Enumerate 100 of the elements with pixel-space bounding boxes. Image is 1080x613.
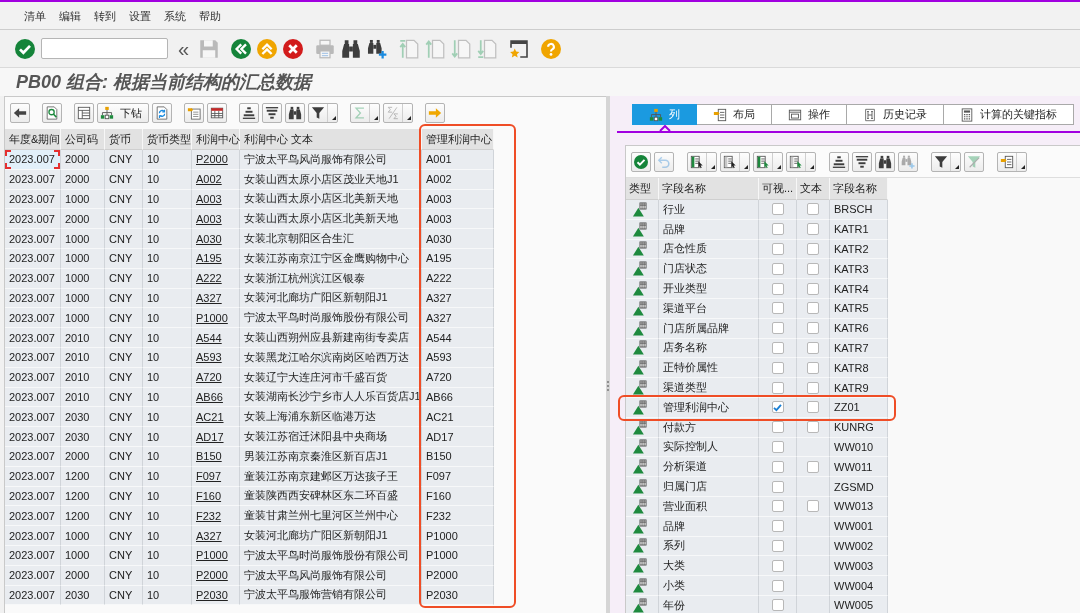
profit-center-link[interactable]: P2000 bbox=[196, 153, 228, 166]
checkbox[interactable] bbox=[771, 302, 784, 315]
binoculars-icon[interactable] bbox=[341, 38, 362, 59]
checkbox[interactable] bbox=[771, 401, 784, 414]
profit-center-link[interactable]: A720 bbox=[196, 371, 222, 384]
sort-descending-button[interactable] bbox=[852, 152, 872, 172]
cancel-icon[interactable] bbox=[283, 38, 304, 59]
checkbox[interactable] bbox=[771, 500, 784, 513]
sort-descending-button[interactable] bbox=[262, 103, 282, 123]
column-header[interactable]: 字段名称 bbox=[830, 178, 888, 200]
double-chevron-up-icon[interactable] bbox=[257, 38, 278, 59]
column-header[interactable]: 公司码 bbox=[61, 129, 105, 150]
binoculars-button[interactable] bbox=[875, 152, 895, 172]
profit-center-link[interactable]: B150 bbox=[196, 450, 222, 463]
profit-center-link[interactable]: F097 bbox=[196, 470, 222, 483]
checkbox[interactable] bbox=[771, 480, 784, 493]
checkbox[interactable] bbox=[771, 559, 784, 572]
help-icon[interactable] bbox=[541, 38, 562, 59]
profit-center-link[interactable]: A544 bbox=[196, 331, 222, 344]
command-field[interactable] bbox=[41, 38, 168, 59]
document-magnifier-button[interactable] bbox=[42, 103, 62, 123]
column-header[interactable]: 管理利润中心 bbox=[422, 129, 494, 150]
column-cursor-button[interactable] bbox=[720, 152, 750, 172]
checkbox[interactable] bbox=[771, 223, 784, 236]
checkbox[interactable] bbox=[807, 381, 819, 394]
check-button[interactable] bbox=[631, 152, 651, 172]
column-header[interactable]: 利润中心 bbox=[192, 129, 240, 150]
binoculars-plus-icon[interactable] bbox=[367, 38, 388, 59]
column-header[interactable]: 货币类型 bbox=[143, 129, 192, 150]
tab[interactable]: 历史记录 bbox=[847, 104, 944, 125]
menu-item[interactable]: 系统 bbox=[164, 8, 186, 23]
column-header[interactable]: 年度&期间 bbox=[5, 129, 61, 150]
column-header[interactable]: 类型 bbox=[626, 178, 659, 200]
checkbox[interactable] bbox=[771, 361, 784, 374]
column-cursor-button[interactable] bbox=[786, 152, 816, 172]
profit-center-link[interactable]: A593 bbox=[196, 351, 222, 364]
checkbox[interactable] bbox=[771, 243, 784, 255]
window-star-icon[interactable] bbox=[509, 38, 530, 59]
arrow-right-button[interactable] bbox=[425, 103, 445, 123]
checkbox[interactable] bbox=[807, 302, 819, 315]
profit-center-link[interactable]: P2000 bbox=[196, 569, 228, 582]
column-header[interactable]: 文本 bbox=[797, 178, 830, 200]
column-header[interactable]: 货币 bbox=[105, 129, 143, 150]
checkbox[interactable] bbox=[807, 341, 819, 354]
document-tag-button[interactable] bbox=[997, 152, 1027, 172]
filter-button[interactable] bbox=[308, 103, 338, 123]
profit-center-link[interactable]: F232 bbox=[196, 509, 222, 522]
filter-button[interactable] bbox=[931, 152, 961, 172]
menu-item[interactable]: 编辑 bbox=[59, 8, 81, 23]
checkbox[interactable] bbox=[771, 322, 784, 335]
checkbox[interactable] bbox=[771, 341, 784, 354]
arrow-left-button[interactable] bbox=[10, 103, 30, 123]
checkbox[interactable] bbox=[807, 322, 819, 335]
tab[interactable]: 操作 bbox=[772, 104, 847, 125]
spreadsheet-button[interactable] bbox=[207, 103, 227, 123]
profit-center-link[interactable]: A002 bbox=[196, 173, 222, 186]
hierarchy-button[interactable]: 下钻 bbox=[97, 103, 149, 123]
checkbox[interactable] bbox=[771, 520, 784, 533]
checkbox[interactable] bbox=[807, 401, 819, 414]
column-cursor-button[interactable] bbox=[687, 152, 717, 172]
profit-center-link[interactable]: A195 bbox=[196, 252, 222, 265]
checkbox[interactable] bbox=[771, 539, 784, 552]
checkbox[interactable] bbox=[771, 262, 784, 275]
checkbox[interactable] bbox=[807, 243, 819, 255]
menu-item[interactable]: 设置 bbox=[129, 8, 151, 23]
checkbox[interactable] bbox=[771, 282, 784, 295]
table-layout-button[interactable] bbox=[74, 103, 94, 123]
menu-item[interactable]: 转到 bbox=[94, 8, 116, 23]
profit-center-link[interactable]: A327 bbox=[196, 529, 222, 542]
checkbox[interactable] bbox=[771, 460, 784, 473]
sort-ascending-button[interactable] bbox=[829, 152, 849, 172]
checkbox[interactable] bbox=[807, 203, 819, 216]
profit-center-link[interactable]: F160 bbox=[196, 489, 222, 502]
checkbox[interactable] bbox=[807, 460, 819, 473]
splitter-handle[interactable] bbox=[606, 96, 610, 613]
profit-center-link[interactable]: AD17 bbox=[196, 430, 224, 443]
checkbox[interactable] bbox=[807, 282, 819, 295]
checkbox[interactable] bbox=[771, 579, 784, 592]
checkbox[interactable] bbox=[807, 361, 819, 374]
checkbox[interactable] bbox=[771, 599, 784, 612]
binoculars-button[interactable] bbox=[285, 103, 305, 123]
checkbox[interactable] bbox=[771, 440, 784, 453]
profit-center-link[interactable]: P1000 bbox=[196, 549, 228, 562]
double-chevron-left-icon[interactable] bbox=[231, 38, 252, 59]
profit-center-link[interactable]: AC21 bbox=[196, 410, 224, 423]
profit-center-link[interactable]: A003 bbox=[196, 212, 222, 225]
tab[interactable]: 计算的关键指标 bbox=[944, 104, 1074, 125]
profit-center-link[interactable]: A327 bbox=[196, 291, 222, 304]
profit-center-link[interactable]: P1000 bbox=[196, 311, 228, 324]
menu-item[interactable]: 清单 bbox=[24, 8, 46, 23]
column-header[interactable]: 利润中心 文本 bbox=[240, 129, 422, 150]
profit-center-link[interactable]: A030 bbox=[196, 232, 222, 245]
profit-center-link[interactable]: P2030 bbox=[196, 588, 228, 601]
column-cursor-button[interactable] bbox=[753, 152, 783, 172]
column-header[interactable]: 字段名称 bbox=[659, 178, 759, 200]
profit-center-link[interactable]: AB66 bbox=[196, 390, 223, 403]
checkbox[interactable] bbox=[807, 500, 819, 513]
document-tag-button[interactable] bbox=[184, 103, 204, 123]
check-icon[interactable] bbox=[15, 38, 35, 59]
checkbox[interactable] bbox=[807, 421, 819, 434]
